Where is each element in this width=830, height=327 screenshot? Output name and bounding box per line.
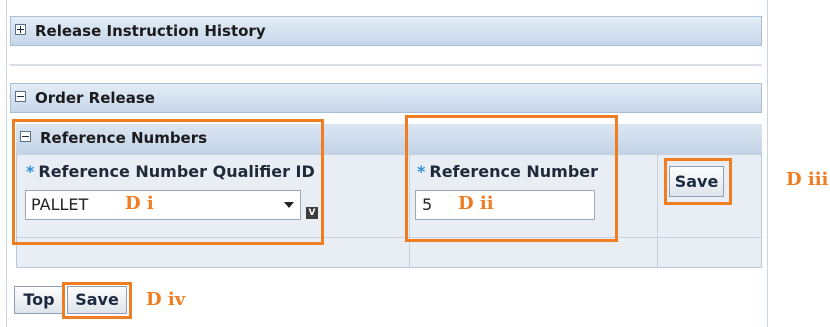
highlight-box-d-i bbox=[12, 119, 324, 245]
order-release-header[interactable]: Order Release bbox=[10, 83, 762, 113]
highlight-box-d-iii bbox=[664, 158, 732, 205]
annotation-d-iii: D iii bbox=[786, 169, 829, 190]
highlight-box-d-ii bbox=[405, 115, 618, 242]
release-history-title: Release Instruction History bbox=[35, 22, 266, 40]
release-history-header[interactable]: Release Instruction History bbox=[10, 16, 762, 46]
section-divider bbox=[10, 64, 762, 66]
highlight-box-d-iv bbox=[62, 282, 132, 319]
annotation-d-iv: D iv bbox=[146, 289, 186, 310]
top-button[interactable]: Top bbox=[14, 286, 64, 314]
order-release-title: Order Release bbox=[35, 89, 155, 107]
expand-icon[interactable] bbox=[15, 24, 26, 35]
annotation-d-i: D i bbox=[125, 193, 154, 214]
annotation-d-ii: D ii bbox=[458, 193, 494, 214]
collapse-icon[interactable] bbox=[15, 91, 26, 102]
